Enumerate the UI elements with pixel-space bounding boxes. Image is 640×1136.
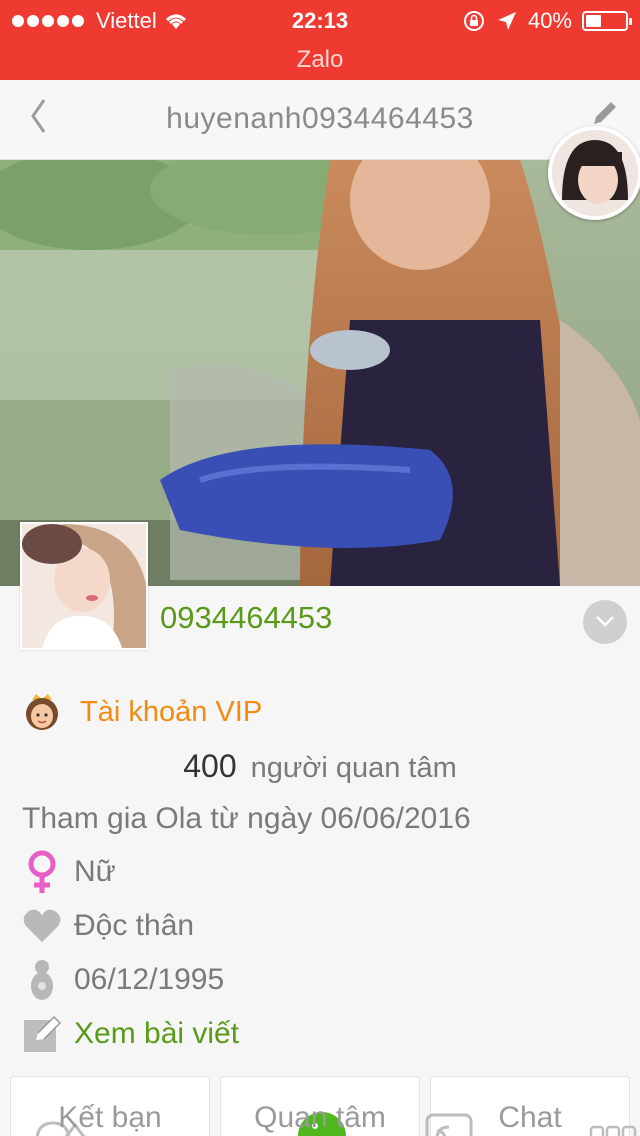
location-arrow-icon [497,12,516,30]
profile-screen: Viettel 22:13 40% Zalo huyenanh093446445… [0,0,640,1136]
add-friend-label: Kết bạn [58,1101,162,1134]
view-posts-label: Xem bài viết [74,1017,240,1050]
relationship-row: Độc thân [22,904,194,948]
action-bar: Kết bạn Quan tâm Chat [0,1076,640,1136]
rotation-lock-icon [463,11,484,31]
followers-label: người quan tâm [250,752,457,784]
female-icon [28,850,56,893]
profile-phone: 0934464453 [160,600,333,635]
baby-icon [31,960,53,1000]
gender-value: Nữ [74,855,116,888]
edit-button[interactable] [590,98,620,128]
nav-bar: huyenanh0934464453 [0,80,640,160]
profile-photo[interactable] [20,522,148,650]
vip-badge-row[interactable]: Tài khoản VIP [22,692,262,732]
battery-percent: 40% [527,8,572,33]
app-name: Zalo [296,46,344,73]
follow-label: Quan tâm [254,1101,386,1134]
gender-row: Nữ [22,850,116,894]
add-friend-button[interactable]: Kết bạn [10,1076,210,1136]
status-bar: Viettel 22:13 40% Zalo [0,0,640,80]
vip-label: Tài khoản VIP [80,695,263,728]
followers-number: 400 [183,748,237,784]
relationship-value: Độc thân [74,909,195,942]
profile-photo-image [22,524,146,648]
birthday-value: 06/12/1995 [74,963,225,996]
view-posts-link[interactable]: Xem bài viết [22,1012,239,1056]
chat-label: Chat [498,1101,562,1134]
vip-crown-avatar-icon [26,694,58,730]
battery-icon [582,11,632,31]
avatar-image [552,130,638,216]
pencil-icon [594,102,616,124]
page-title: huyenanh0934464453 [166,102,474,135]
follow-button[interactable]: Quan tâm [220,1076,420,1136]
joined-date: Tham gia Ola từ ngày 06/06/2016 [22,802,471,835]
chevron-down-icon [596,616,614,627]
heart-icon [23,909,61,943]
chat-button[interactable]: Chat [425,1076,637,1136]
edit-note-icon [24,1015,62,1052]
expand-button[interactable] [583,600,627,644]
birthday-row: 06/12/1995 [22,958,224,1002]
small-avatar[interactable] [548,126,640,220]
followers-count: 400 người quan tâm [0,748,640,785]
